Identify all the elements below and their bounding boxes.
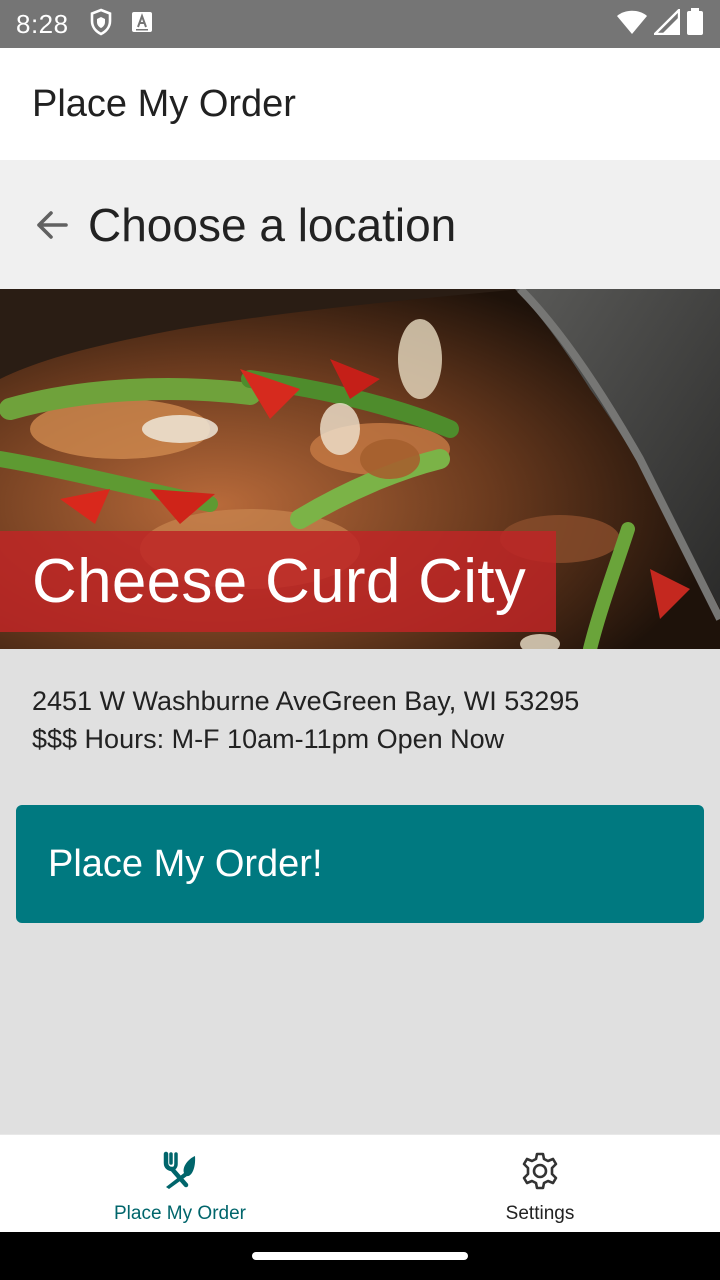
fork-knife-icon bbox=[160, 1151, 200, 1191]
nav-label-place-my-order: Place My Order bbox=[114, 1203, 246, 1224]
app-bar: Place My Order bbox=[0, 48, 720, 160]
status-right-icons bbox=[616, 6, 704, 41]
page-title: Choose a location bbox=[88, 198, 457, 251]
home-gesture-handle[interactable] bbox=[252, 1252, 468, 1260]
place-order-button[interactable]: Place My Order! bbox=[16, 805, 704, 923]
app-title: Place My Order bbox=[32, 82, 296, 125]
place-order-button-label: Place My Order! bbox=[48, 842, 323, 885]
signal-icon bbox=[652, 6, 681, 40]
restaurant-info: $$$ Hours: M-F 10am-11pm Open Now bbox=[32, 724, 505, 754]
system-nav-bar bbox=[0, 1232, 720, 1280]
battery-icon bbox=[686, 7, 704, 41]
restaurant-address: 2451 W Washburne AveGreen Bay, WI 53295 bbox=[32, 686, 580, 716]
wifi-icon bbox=[616, 9, 648, 40]
status-time: 8:28 bbox=[16, 8, 69, 39]
status-left-icons bbox=[89, 8, 153, 41]
nav-item-place-my-order[interactable]: Place My Order bbox=[0, 1135, 360, 1233]
shield-icon bbox=[89, 8, 113, 41]
bottom-nav: Place My Order Settings bbox=[0, 1134, 720, 1232]
restaurant-name: Cheese Curd City bbox=[32, 547, 527, 616]
gear-icon bbox=[520, 1151, 560, 1191]
restaurant-name-banner: Cheese Curd City bbox=[0, 531, 556, 632]
restaurant-image: Cheese Curd City bbox=[0, 289, 720, 649]
restaurant-details: 2451 W Washburne AveGreen Bay, WI 53295 … bbox=[32, 682, 692, 758]
status-bar: 8:28 bbox=[0, 0, 720, 48]
nav-label-settings: Settings bbox=[505, 1203, 575, 1224]
arrow-back-icon[interactable] bbox=[32, 205, 72, 245]
keyboard-a-icon bbox=[131, 11, 153, 38]
nav-item-settings[interactable]: Settings bbox=[360, 1135, 720, 1233]
sub-header: Choose a location bbox=[0, 160, 720, 289]
